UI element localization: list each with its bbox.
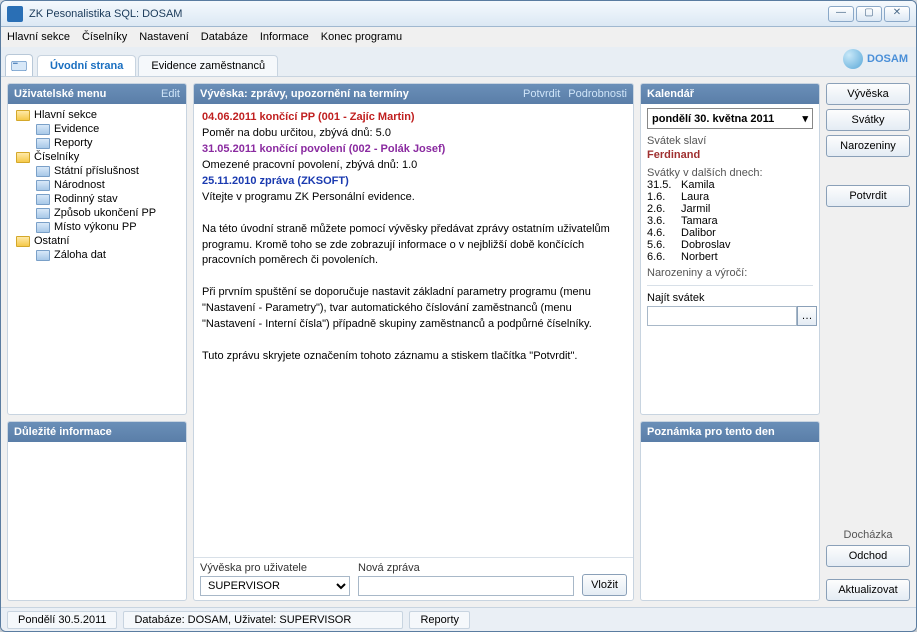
nameday-row: 5.6.Dobroslav — [647, 239, 813, 251]
brand-logo: DOSAM — [843, 49, 908, 69]
item-icon — [36, 166, 50, 177]
notice-ending-pp-text: Poměr na dobu určitou, zbývá dnů: 5.0 — [202, 126, 625, 142]
tree-item-misto-vykonu[interactable]: Místo výkonu PP — [14, 220, 180, 234]
user-menu-header: Uživatelské menu Edit — [8, 84, 186, 104]
welcome-text: Vítejte v programu ZK Personální evidenc… — [202, 190, 625, 206]
aktualizovat-button[interactable]: Aktualizovat — [826, 579, 910, 601]
item-icon — [36, 124, 50, 135]
user-select-label: Vývěska pro uživatele — [200, 562, 350, 574]
item-icon — [36, 180, 50, 191]
menu-ciselniky[interactable]: Číselníky — [82, 31, 127, 43]
note-header: Poznámka pro tento den — [641, 422, 819, 442]
item-icon — [36, 138, 50, 149]
nameday-row: 2.6.Jarmil — [647, 203, 813, 215]
menu-konec[interactable]: Konec programu — [321, 31, 402, 43]
notice-ending-pp: 04.06.2011 končící PP (001 - Zajíc Marti… — [202, 110, 625, 126]
status-date: Pondělí 30.5.2011 — [7, 611, 117, 629]
tree: Hlavní sekce Evidence Reporty Číselníky … — [8, 104, 186, 414]
svatek-name: Ferdinand — [647, 149, 813, 161]
tab-uvodni-strana[interactable]: Úvodní strana — [37, 55, 136, 76]
svatky-button[interactable]: Svátky — [826, 109, 910, 131]
chevron-down-icon: ▾ — [802, 112, 808, 125]
folder-icon — [16, 152, 30, 163]
titlebar: ZK Pesonalistika SQL: DOSAM — ▢ ✕ — [1, 1, 916, 27]
folder-icon — [16, 236, 30, 247]
minimize-button[interactable]: — — [828, 6, 854, 22]
birth-label: Narozeniny a výročí: — [647, 267, 813, 279]
note-body[interactable] — [641, 442, 819, 600]
item-icon — [36, 250, 50, 261]
board-details-link[interactable]: Podrobnosti — [568, 88, 627, 100]
globe-icon — [843, 49, 863, 69]
nameday-row: 1.6.Laura — [647, 191, 813, 203]
window-title: ZK Pesonalistika SQL: DOSAM — [29, 8, 828, 20]
narozeniny-button[interactable]: Narozeniny — [826, 135, 910, 157]
board-body: 04.06.2011 končící PP (001 - Zajíc Marti… — [194, 104, 633, 557]
menu-hlavni-sekce[interactable]: Hlavní sekce — [7, 31, 70, 43]
tree-item-zpusob-ukonceni[interactable]: Způsob ukončení PP — [14, 206, 180, 220]
tab-evidence-zamestnancu[interactable]: Evidence zaměstnanců — [138, 55, 278, 76]
status-db: Databáze: DOSAM, Uživatel: SUPERVISOR — [123, 611, 403, 629]
menu-informace[interactable]: Informace — [260, 31, 309, 43]
potvrdit-button[interactable]: Potvrdit — [826, 185, 910, 207]
tabbar: Úvodní strana Evidence zaměstnanců DOSAM — [1, 47, 916, 77]
tree-group-ostatni[interactable]: Ostatní — [14, 234, 180, 248]
intro-para-2: Při prvním spuštění se doporučuje nastav… — [202, 285, 625, 333]
intro-para-1: Na této úvodní straně můžete pomocí vývě… — [202, 222, 625, 270]
intro-para-3: Tuto zprávu skryjete označením tohoto zá… — [202, 349, 625, 365]
edit-link[interactable]: Edit — [161, 88, 180, 100]
content-area: Uživatelské menu Edit Hlavní sekce Evide… — [1, 77, 916, 607]
tree-group-hlavni-sekce[interactable]: Hlavní sekce — [14, 108, 180, 122]
important-info-body — [8, 442, 186, 600]
maximize-button[interactable]: ▢ — [856, 6, 882, 22]
status-reporty[interactable]: Reporty — [409, 611, 470, 629]
vyveska-button[interactable]: Vývěska — [826, 83, 910, 105]
board-header: Vývěska: zprávy, upozornění na termíny P… — [194, 84, 633, 104]
search-svatek-label: Najít svátek — [647, 292, 817, 304]
insert-button[interactable]: Vložit — [582, 574, 627, 596]
menubar: Hlavní sekce Číselníky Nastavení Databáz… — [1, 27, 916, 47]
notice-ending-permit-text: Omezené pracovní povolení, zbývá dnů: 1.… — [202, 158, 625, 174]
item-icon — [36, 222, 50, 233]
nameday-row: 3.6.Tamara — [647, 215, 813, 227]
date-picker[interactable]: pondělí 30. května 2011 ▾ — [647, 108, 813, 129]
item-icon — [36, 208, 50, 219]
tree-item-zaloha-dat[interactable]: Záloha dat — [14, 248, 180, 262]
svatek-label: Svátek slaví — [647, 135, 813, 147]
next-svatky-label: Svátky v dalších dnech: — [647, 167, 813, 179]
nameday-row: 4.6.Dalibor — [647, 227, 813, 239]
folder-icon — [16, 110, 30, 121]
new-message-input[interactable] — [358, 576, 574, 596]
app-window: ZK Pesonalistika SQL: DOSAM — ▢ ✕ Hlavní… — [0, 0, 917, 632]
notice-ending-permit: 31.05.2011 končící povolení (002 - Polák… — [202, 142, 625, 158]
board-confirm-link[interactable]: Potvrdit — [523, 88, 560, 100]
home-icon-tab[interactable] — [5, 54, 33, 76]
new-message-label: Nová zpráva — [358, 562, 574, 574]
tree-item-reporty[interactable]: Reporty — [14, 136, 180, 150]
search-svatek-input[interactable] — [647, 306, 797, 326]
dochazka-label: Docházka — [826, 529, 910, 541]
close-button[interactable]: ✕ — [884, 6, 910, 22]
odchod-button[interactable]: Odchod — [826, 545, 910, 567]
menu-nastaveni[interactable]: Nastavení — [139, 31, 189, 43]
item-icon — [36, 194, 50, 205]
notice-message: 25.11.2010 zpráva (ZKSOFT) — [202, 174, 625, 190]
nameday-row: 31.5.Kamila — [647, 179, 813, 191]
tree-group-ciselniky[interactable]: Číselníky — [14, 150, 180, 164]
board-footer: Vývěska pro uživatele SUPERVISOR Nová zp… — [194, 557, 633, 600]
user-select[interactable]: SUPERVISOR — [200, 576, 350, 596]
search-svatek-button[interactable]: … — [797, 306, 817, 326]
tree-item-rodinny-stav[interactable]: Rodinný stav — [14, 192, 180, 206]
tree-item-narodnost[interactable]: Národnost — [14, 178, 180, 192]
statusbar: Pondělí 30.5.2011 Databáze: DOSAM, Uživa… — [1, 607, 916, 631]
app-icon — [7, 6, 23, 22]
nameday-row: 6.6.Norbert — [647, 251, 813, 263]
tree-item-evidence[interactable]: Evidence — [14, 122, 180, 136]
calendar-header: Kalendář — [641, 84, 819, 104]
tree-item-statni-prislusnost[interactable]: Státní příslušnost — [14, 164, 180, 178]
menu-databaze[interactable]: Databáze — [201, 31, 248, 43]
important-info-header: Důležité informace — [8, 422, 186, 442]
